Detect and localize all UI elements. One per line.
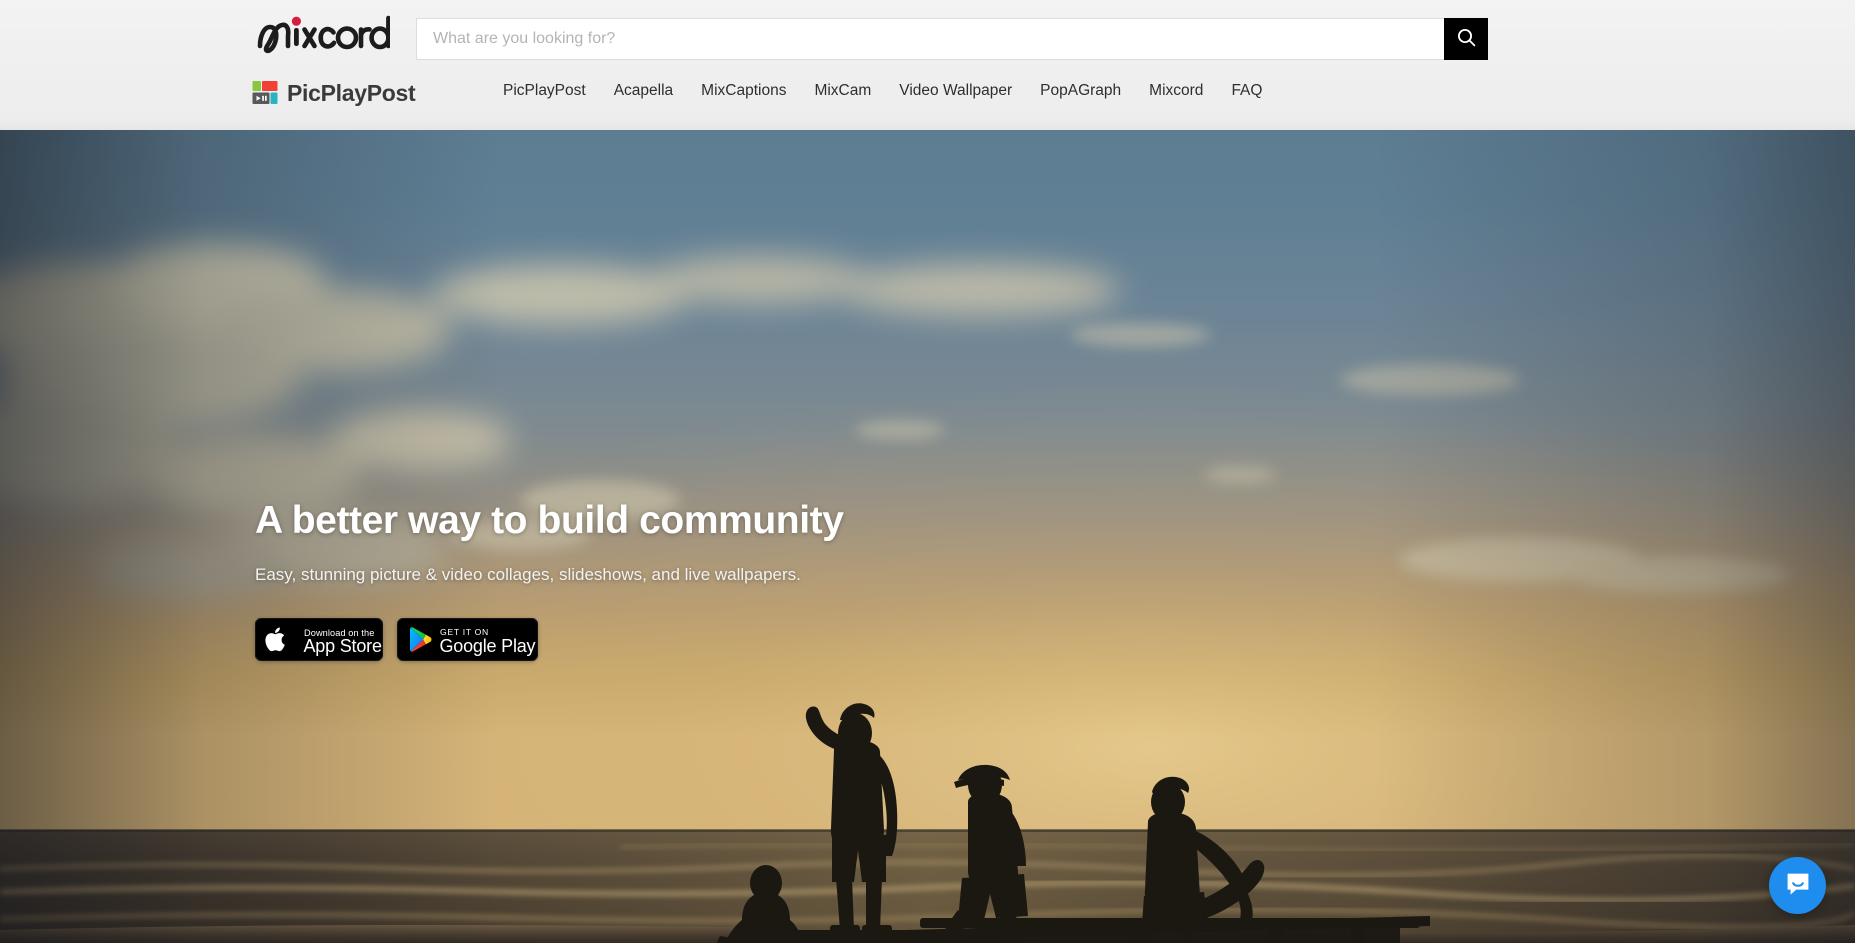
picplaypost-icon — [252, 80, 278, 106]
mixcord-logo-dot — [291, 16, 301, 26]
nav-item-video-wallpaper[interactable]: Video Wallpaper — [885, 78, 1026, 104]
nav-item-picplaypost[interactable]: PicPlayPost — [503, 78, 600, 104]
header-top-row — [256, 10, 390, 54]
search-icon — [1457, 28, 1476, 50]
chat-launcher-button[interactable] — [1769, 857, 1826, 914]
search-button[interactable] — [1444, 18, 1488, 60]
site-header: PicPlayPost PicPlayPost Acapella MixCapt… — [0, 0, 1855, 130]
picplaypost-brand-link[interactable]: PicPlayPost — [252, 79, 416, 106]
page-root: PicPlayPost PicPlayPost Acapella MixCapt… — [0, 0, 1855, 943]
nav-item-faq[interactable]: FAQ — [1217, 78, 1276, 104]
chat-bubble-icon — [1784, 870, 1812, 901]
nav-item-mixcam[interactable]: MixCam — [800, 78, 885, 104]
product-brand-row: PicPlayPost — [252, 76, 416, 110]
picplaypost-brand-label: PicPlayPost — [287, 79, 416, 106]
hero-section: A better way to build community Easy, st… — [0, 130, 1855, 943]
store-badges: Download on the App Store GET IT ON Goog… — [255, 617, 1155, 661]
nav-item-mixcaptions[interactable]: MixCaptions — [687, 78, 800, 104]
main-nav: PicPlayPost Acapella MixCaptions MixCam … — [503, 78, 1276, 104]
header-inner: PicPlayPost PicPlayPost Acapella MixCapt… — [0, 0, 1855, 130]
svg-text:App Store: App Store — [304, 636, 382, 656]
search-input[interactable] — [416, 18, 1444, 60]
app-store-badge[interactable]: Download on the App Store — [255, 617, 383, 661]
google-play-badge[interactable]: GET IT ON Google Play — [397, 617, 538, 661]
hero-title: A better way to build community — [255, 499, 844, 542]
nav-item-popagraph[interactable]: PopAGraph — [1026, 78, 1135, 104]
mixcord-logo[interactable] — [256, 10, 390, 54]
search-bar — [416, 18, 1488, 60]
hero-subtitle: Easy, stunning picture & video collages,… — [255, 564, 801, 584]
svg-text:Google Play: Google Play — [440, 636, 536, 656]
hero-content: A better way to build community Easy, st… — [255, 499, 1155, 661]
nav-item-mixcord[interactable]: Mixcord — [1135, 78, 1217, 104]
nav-item-acapella[interactable]: Acapella — [600, 78, 687, 104]
